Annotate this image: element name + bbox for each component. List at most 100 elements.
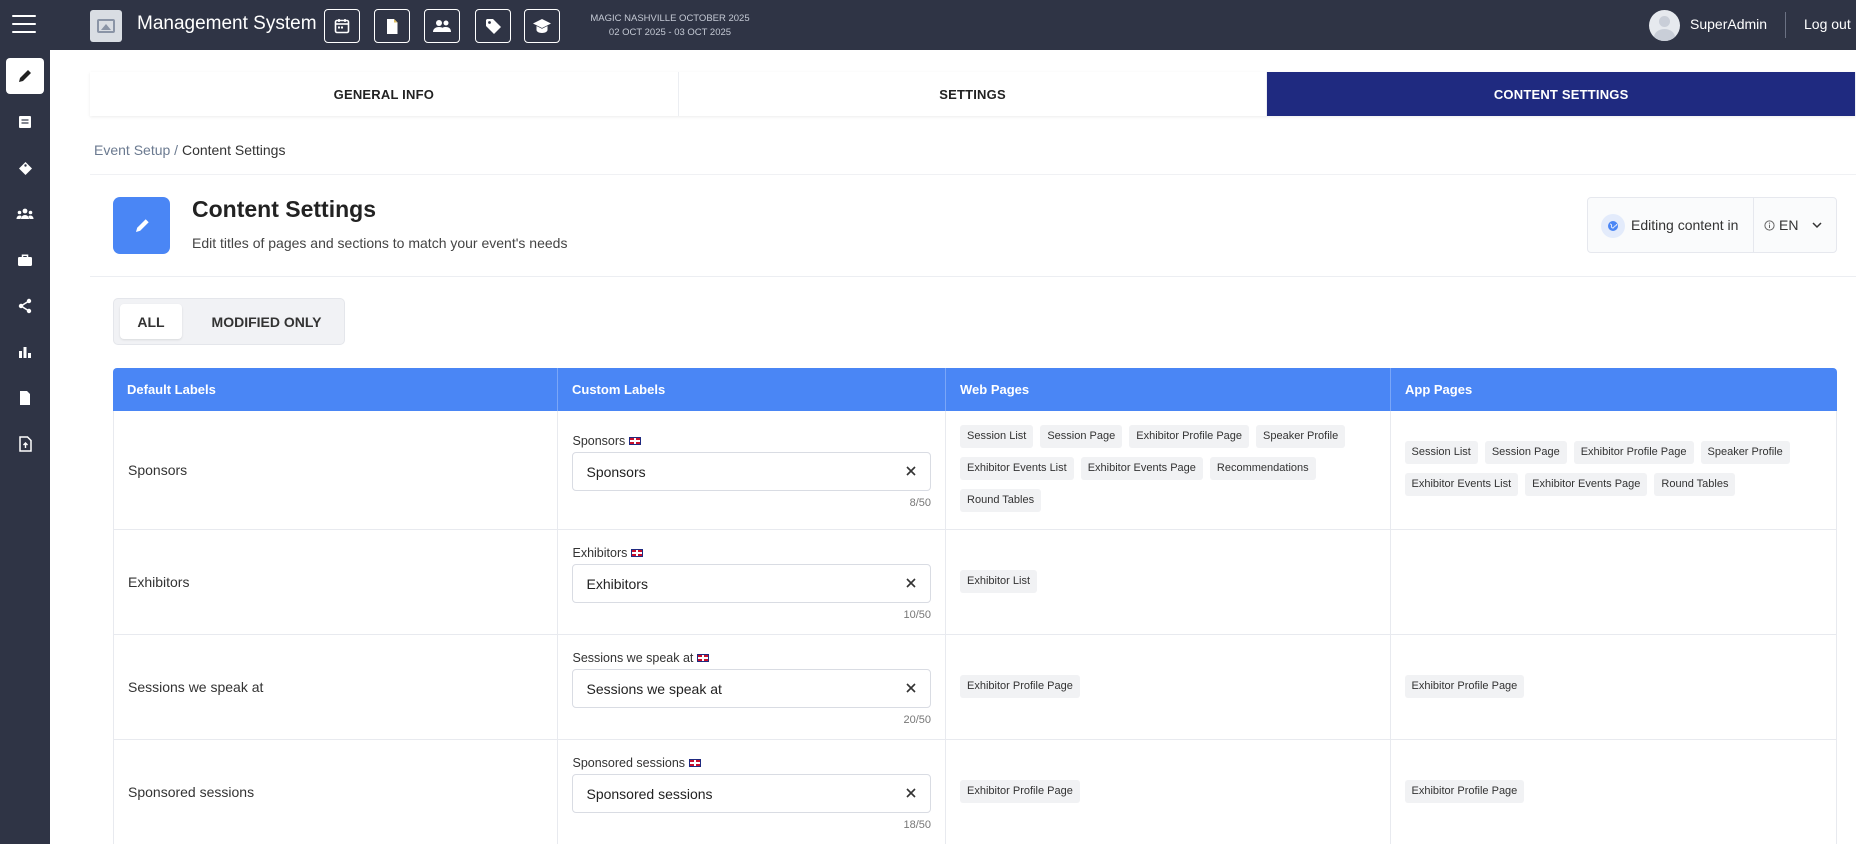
close-icon[interactable] [904, 681, 918, 695]
custom-label-title: Exhibitors [572, 546, 644, 560]
default-label: Sessions we speak at [128, 679, 264, 695]
page-chip[interactable]: Exhibitor Events List [960, 457, 1074, 480]
hamburger-menu-icon[interactable] [12, 15, 36, 35]
page-chip[interactable]: Session List [960, 425, 1034, 448]
tag-button[interactable] [475, 9, 511, 43]
calendar-icon [334, 19, 350, 34]
close-icon[interactable] [904, 576, 918, 590]
page-chip[interactable]: Exhibitor Events Page [1080, 457, 1203, 480]
page-chip[interactable]: Exhibitor Profile Page [1129, 425, 1250, 448]
page-chip[interactable]: Exhibitor Profile Page [1404, 780, 1525, 803]
breadcrumb-event-setup[interactable]: Event Setup [94, 142, 170, 158]
page-chip[interactable]: Session Page [1040, 425, 1123, 448]
custom-label-input[interactable]: Sponsored sessions [572, 774, 932, 813]
close-icon[interactable] [904, 786, 918, 800]
uk-flag-icon [697, 654, 710, 662]
custom-label-value: Sponsors [586, 463, 646, 480]
filter-modified-only-button[interactable]: MODIFIED ONLY [193, 304, 340, 339]
page-chip[interactable]: Exhibitor Profile Page [1404, 675, 1525, 698]
page-chip[interactable]: Exhibitor Profile Page [960, 780, 1080, 803]
app-pages-chips: Exhibitor Profile Page [1404, 675, 1825, 698]
calendar-button[interactable] [324, 9, 360, 43]
page-chip[interactable]: Exhibitor Profile Page [1573, 441, 1694, 464]
logout-link[interactable]: Log out [1804, 16, 1851, 32]
bar-chart-icon [19, 347, 31, 358]
education-button[interactable] [524, 9, 560, 43]
share-icon [18, 298, 32, 314]
default-label-cell: Sessions we speak at [114, 635, 559, 739]
filter-all-button[interactable]: ALL [120, 304, 182, 339]
username[interactable]: SuperAdmin [1690, 16, 1767, 32]
sidebar-item-groups[interactable] [6, 196, 44, 232]
default-label-cell: Sponsored sessions [114, 740, 559, 844]
event-name: MAGIC NASHVILLE OCTOBER 2025 [590, 13, 750, 24]
file-icon [20, 391, 30, 405]
character-count: 8/50 [909, 497, 932, 509]
breadcrumb: Event Setup / Content Settings [94, 142, 285, 158]
sidebar-item-tags[interactable] [6, 150, 44, 186]
custom-label-title: Sessions we speak at [572, 651, 710, 665]
sidebar-item-exhibitors[interactable] [6, 242, 44, 278]
table-header: Default Labels Custom Labels Web Pages A… [113, 368, 1837, 411]
page-chip[interactable]: Speaker Profile [1700, 441, 1790, 464]
globe-icon [1601, 214, 1625, 238]
language-label: Editing content in [1631, 217, 1739, 233]
custom-label-input[interactable]: Sponsors [572, 452, 932, 491]
custom-label-input[interactable]: Exhibitors [572, 564, 932, 603]
web-pages-chips: Exhibitor Profile Page [960, 780, 1380, 803]
tab-content-settings[interactable]: CONTENT SETTINGS [1267, 72, 1856, 116]
app-pages-cell [1391, 530, 1836, 634]
sidebar-item-edit[interactable] [6, 58, 44, 94]
chevron-down-icon [1812, 222, 1822, 229]
page-chip[interactable]: Exhibitor Events Page [1525, 473, 1648, 496]
custom-label-cell: Exhibitors Exhibitors 10/50 [558, 530, 947, 634]
character-count: 10/50 [903, 609, 932, 621]
sidebar-item-reports[interactable] [6, 334, 44, 370]
page-chip[interactable]: Exhibitor Events List [1404, 473, 1519, 496]
page-chip[interactable]: Exhibitor Profile Page [960, 675, 1080, 698]
uk-flag-icon [629, 437, 642, 445]
users-button[interactable] [424, 9, 460, 43]
filter-toggle: ALL MODIFIED ONLY [113, 298, 345, 345]
page-chip[interactable]: Speaker Profile [1256, 425, 1346, 448]
default-label-cell: Exhibitors [114, 530, 559, 634]
topbar-divider [1785, 12, 1786, 38]
page-chip[interactable]: Session List [1404, 441, 1478, 464]
sidebar-item-share[interactable] [6, 288, 44, 324]
column-header-app-pages: App Pages [1405, 382, 1473, 397]
list-icon [19, 116, 31, 128]
graduation-cap-icon [533, 19, 551, 33]
sidebar-item-documents[interactable] [6, 380, 44, 416]
tab-general-info[interactable]: GENERAL INFO [90, 72, 679, 116]
custom-label-title: Sponsored sessions [572, 756, 702, 770]
table-row: Exhibitors Exhibitors Exhibitors 10/50 E… [113, 530, 1837, 635]
sidebar-item-import[interactable] [6, 426, 44, 462]
page-chip[interactable]: Round Tables [960, 489, 1042, 512]
tab-settings[interactable]: SETTINGS [678, 72, 1268, 116]
app-logo [90, 10, 122, 42]
document-button[interactable] [374, 9, 410, 43]
avatar[interactable] [1649, 10, 1680, 41]
language-select[interactable]: EN [1764, 198, 1834, 252]
file-upload-icon [18, 436, 32, 452]
page-chip[interactable]: Exhibitor List [960, 570, 1038, 593]
column-header-custom-labels: Custom Labels [558, 368, 946, 411]
web-pages-cell: Session List Session Page Exhibitor Prof… [946, 411, 1391, 529]
web-pages-cell: Exhibitor Profile Page [946, 740, 1391, 844]
custom-label-cell: Sponsored sessions Sponsored sessions 18… [558, 740, 947, 844]
page-chip[interactable]: Recommendations [1209, 457, 1316, 480]
info-icon [1764, 219, 1775, 231]
briefcase-icon [18, 254, 32, 266]
character-count: 20/50 [903, 714, 932, 726]
web-pages-chips: Exhibitor Profile Page [960, 675, 1380, 698]
sidebar-item-list[interactable] [6, 104, 44, 140]
close-icon[interactable] [904, 464, 918, 478]
app-pages-chips: Exhibitor Profile Page [1404, 780, 1825, 803]
pencil-icon [113, 197, 170, 254]
page-chip[interactable]: Round Tables [1654, 473, 1736, 496]
app-pages-cell: Exhibitor Profile Page [1391, 740, 1836, 844]
page-chip[interactable]: Session Page [1484, 441, 1567, 464]
uk-flag-icon [631, 549, 644, 557]
character-count: 18/50 [903, 819, 932, 831]
custom-label-input[interactable]: Sessions we speak at [572, 669, 932, 708]
